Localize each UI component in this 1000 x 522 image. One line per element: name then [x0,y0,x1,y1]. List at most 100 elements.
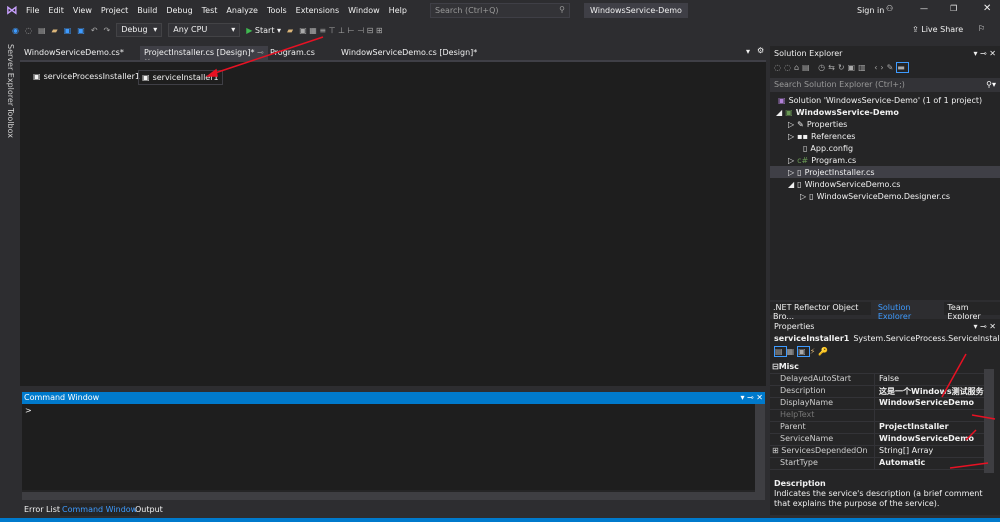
feedback-icon[interactable]: ⚐ [978,24,985,33]
navigate-back-icon[interactable]: ◉ [12,26,19,35]
menu-bar: ⋈ File Edit View Project Build Debug Tes… [0,0,424,20]
solution-explorer-toolbar[interactable]: ◌◌⌂▤ ◷⇆↻▣▥ ‹›✎▬ [770,60,1000,78]
menu-tools[interactable]: Tools [267,6,287,15]
live-share-button[interactable]: ⇪ Live Share [912,25,963,34]
property-row[interactable]: DisplayName WindowServiceDemo [770,398,984,410]
tree-item-projectinstaller-cs[interactable]: ▷ ▯ ProjectInstaller.cs [770,166,1000,178]
tree-item-solution[interactable]: ▣ Solution 'WindowsService-Demo' (1 of 1 … [770,94,1000,106]
menu-view[interactable]: View [73,6,92,15]
redo-icon[interactable]: ↷ [104,26,111,35]
menu-edit[interactable]: Edit [48,6,64,15]
command-input[interactable]: > [22,404,765,490]
tree-item-designer-cs[interactable]: ▷ ▯ WindowServiceDemo.Designer.cs [770,190,1000,202]
category-misc[interactable]: ⊟ Misc [770,362,984,374]
tree-label: WindowServiceDemo.Designer.cs [816,191,951,201]
events-icon[interactable]: ⚡ [810,347,819,356]
window-controls[interactable]: ▾ ⊸ ✕ [973,49,996,58]
tab-output[interactable]: Output [135,505,163,514]
menu-extensions[interactable]: Extensions [296,6,339,15]
description-panel: Description Indicates the service's descr… [770,476,1000,512]
settings-icon[interactable]: ⚙ [757,46,764,55]
property-row[interactable]: Description 这是一个Windows测试服务 [770,386,984,398]
find-icon[interactable]: ▰ [287,26,293,35]
tree-item-properties[interactable]: ▷ ✎ Properties [770,118,1000,130]
tab-windowservicedemo-cs[interactable]: WindowServiceDemo.cs* [20,46,128,60]
property-value[interactable]: Automatic [874,458,984,469]
tree-item-program-cs[interactable]: ▷ c# Program.cs [770,154,1000,166]
pin-icon[interactable]: ⊸ [257,48,264,57]
config-file-icon: ▯ [803,143,808,153]
window-controls[interactable]: ▾ ⊸ ✕ [740,393,763,403]
server-explorer-tab[interactable]: Server Explorer [6,44,15,106]
property-value[interactable]: WindowServiceDemo [874,434,984,445]
property-row[interactable]: DelayedAutoStart False [770,374,984,386]
property-row[interactable]: ServiceName WindowServiceDemo [770,434,984,446]
status-bar [0,518,1000,522]
solution-search-input[interactable]: Search Solution Explorer (Ctrl+;) ⚲▾ [770,78,1000,92]
tree-item-project[interactable]: ◢ ▣ WindowsService-Demo [770,106,1000,118]
property-value[interactable]: String[] Array [874,446,984,457]
configuration-dropdown[interactable]: Debug ▾ [116,23,163,37]
tree-label: WindowsService-Demo [795,107,899,117]
property-value[interactable]: 这是一个Windows测试服务 [874,386,984,397]
menu-project[interactable]: Project [101,6,128,15]
horizontal-scrollbar[interactable] [22,492,765,500]
tree-item-windowservicedemo-cs[interactable]: ◢ ▯ WindowServiceDemo.cs [770,178,1000,190]
property-row[interactable]: StartType Automatic [770,458,984,470]
property-row[interactable]: HelpText [770,410,984,422]
tab-team-explorer[interactable]: Team Explorer [944,302,1000,321]
tab-program-cs[interactable]: Program.cs [266,46,319,60]
close-button[interactable]: ✕ [983,3,991,14]
save-icon[interactable]: ▣ [64,26,72,35]
menu-help[interactable]: Help [389,6,407,15]
property-value[interactable]: WindowServiceDemo [874,398,984,409]
menu-build[interactable]: Build [137,6,157,15]
save-all-icon[interactable]: ▣ [77,26,85,35]
property-value[interactable]: False [874,374,984,385]
file-icon: ▯ [809,191,814,201]
menu-debug[interactable]: Debug [166,6,192,15]
tab-reflector[interactable]: .NET Reflector Object Bro... [770,302,871,321]
restore-button[interactable]: ❐ [950,4,957,13]
search-input[interactable]: Search (Ctrl+Q) ⚲ [430,3,570,18]
menu-file[interactable]: File [26,6,39,15]
property-value[interactable] [874,410,984,421]
tab-projectinstaller-design[interactable]: ProjectInstaller.cs [Design]* ⊸ ✕ [140,46,268,66]
open-folder-icon[interactable]: ▰ [52,26,58,35]
categorized-icon[interactable]: ▤ [774,346,787,357]
properties-scrollbar[interactable] [984,369,994,473]
property-name: HelpText [780,410,815,419]
property-row[interactable]: ⊞ ServicesDependedOn String[] Array [770,446,984,458]
start-button[interactable]: ▶ Start ▾ [246,26,281,35]
window-controls[interactable]: ▾ ⊸ ✕ [973,322,996,331]
property-value[interactable]: ProjectInstaller [874,422,984,433]
tab-solution-explorer[interactable]: Solution Explorer [875,302,941,321]
component-serviceprocessinstaller1[interactable]: ▣ serviceProcessInstaller1 [30,70,143,83]
layout-icon[interactable]: ▣ ▦ ≡ ⊤ ⊥ ⊢ ⊣ ⊟ ⊞ [299,26,382,35]
properties-toolbar[interactable]: ▤▦▣⚡🔑 [770,346,1000,362]
sign-in-link[interactable]: Sign in [857,6,884,15]
menu-window[interactable]: Window [348,6,380,15]
object-selector[interactable]: serviceInstaller1 System.ServiceProcess.S… [770,333,1000,346]
account-icon[interactable]: ⚇ [886,4,893,13]
tree-item-app-config[interactable]: ▯ App.config [770,142,1000,154]
toolbar: ◉ ◌ ▤ ▰ ▣ ▣ ↶ ↷ Debug ▾ Any CPU ▾ ▶ Start … [0,20,1000,40]
component-serviceinstaller1[interactable]: ▣ serviceInstaller1 [138,70,223,85]
tab-command-window[interactable]: Command Window [60,503,140,516]
vertical-scrollbar[interactable] [755,404,765,492]
menu-analyze[interactable]: Analyze [226,6,258,15]
undo-icon[interactable]: ↶ [91,26,98,35]
navigate-forward-icon[interactable]: ◌ [25,26,32,35]
property-row[interactable]: Parent ProjectInstaller [770,422,984,434]
platform-dropdown[interactable]: Any CPU ▾ [168,23,241,37]
menu-test[interactable]: Test [202,6,218,15]
properties-icon[interactable]: ▣ [797,346,810,357]
tab-error-list[interactable]: Error List [24,505,60,514]
toolbox-tab[interactable]: Toolbox [6,108,15,138]
tab-overflow-icon[interactable]: ▾ [746,47,750,56]
tab-windowservicedemo-design[interactable]: WindowServiceDemo.cs [Design]* [337,46,481,60]
tree-item-references[interactable]: ▷ ▪▪ References [770,130,1000,142]
category-label: Misc [778,362,799,371]
new-item-icon[interactable]: ▤ [38,26,46,35]
minimize-button[interactable]: — [920,4,928,13]
